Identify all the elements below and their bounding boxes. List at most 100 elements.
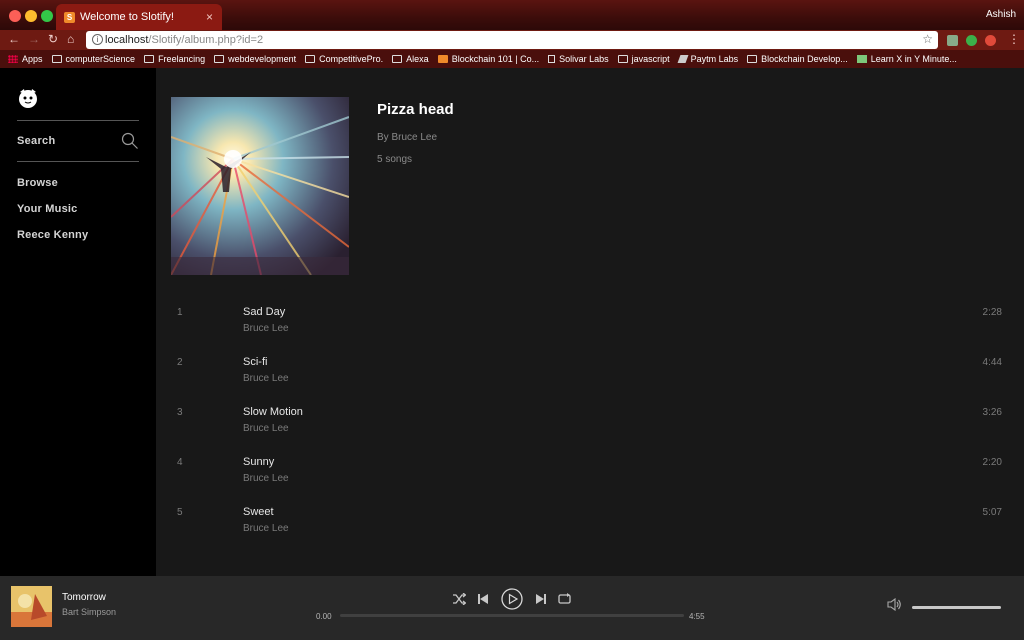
sidebar-item-your-music[interactable]: Your Music bbox=[17, 203, 77, 215]
home-icon[interactable]: ⌂ bbox=[67, 32, 74, 46]
track-row[interactable]: 4 Sunny Bruce Lee 2:20 bbox=[156, 454, 1024, 502]
track-duration: 3:26 bbox=[982, 407, 1002, 418]
bookmark-label: Solivar Labs bbox=[559, 54, 609, 64]
bookmark-label: Learn X in Y Minute... bbox=[870, 54, 957, 64]
track-duration: 4:44 bbox=[982, 357, 1002, 368]
volume-icon[interactable] bbox=[887, 598, 902, 611]
bookmark-item[interactable]: Freelancing bbox=[144, 54, 205, 64]
progress-bar[interactable] bbox=[340, 614, 684, 617]
repeat-icon[interactable] bbox=[558, 593, 571, 605]
folder-icon bbox=[305, 55, 316, 63]
sidebar-item-profile[interactable]: Reece Kenny bbox=[17, 229, 88, 241]
track-name[interactable]: Slow Motion bbox=[243, 406, 303, 418]
bookmark-item[interactable]: javascript bbox=[617, 54, 670, 64]
album-title: Pizza head bbox=[377, 101, 454, 118]
bookmark-item[interactable]: Apps bbox=[8, 54, 43, 64]
minimize-window-button[interactable] bbox=[25, 10, 37, 22]
shuffle-icon[interactable] bbox=[453, 593, 466, 605]
extension-icon[interactable] bbox=[947, 35, 958, 46]
bookmark-item[interactable]: Paytm Labs bbox=[677, 54, 738, 64]
browser-toolbar: ← → ↻ ⌂ i localhost/Slotify/album.php?id… bbox=[0, 30, 1024, 50]
track-name[interactable]: Sweet bbox=[243, 506, 274, 518]
bookmark-item[interactable]: Blockchain 101 | Co... bbox=[437, 54, 539, 64]
url-text[interactable]: localhost/Slotify/album.php?id=2 bbox=[105, 34, 263, 46]
album-artist[interactable]: By Bruce Lee bbox=[377, 132, 437, 143]
bookmark-label: Apps bbox=[22, 54, 43, 64]
track-duration: 2:20 bbox=[982, 457, 1002, 468]
track-row[interactable]: 2 Sci-fi Bruce Lee 4:44 bbox=[156, 354, 1024, 402]
reload-icon[interactable]: ↻ bbox=[48, 32, 58, 46]
track-name[interactable]: Sunny bbox=[243, 456, 274, 468]
search-icon[interactable] bbox=[121, 132, 139, 150]
sidebar: Search Browse Your Music Reece Kenny bbox=[0, 68, 156, 576]
bookmark-label: Freelancing bbox=[158, 54, 206, 64]
track-artist[interactable]: Bruce Lee bbox=[243, 323, 289, 334]
url-path: /Slotify/album.php?id=2 bbox=[148, 34, 264, 46]
sidebar-search-label[interactable]: Search bbox=[17, 135, 56, 147]
bookmark-item[interactable]: webdevelopment bbox=[214, 54, 296, 64]
x-icon bbox=[856, 55, 867, 63]
track-artist[interactable]: Bruce Lee bbox=[243, 423, 289, 434]
maximize-window-button[interactable] bbox=[41, 10, 53, 22]
close-window-button[interactable] bbox=[9, 10, 21, 22]
bookmarks-bar: Apps computerScience Freelancing webdevelop… bbox=[0, 50, 1024, 68]
browser-tabstrip: S Welcome to Slotify! × Ashish bbox=[0, 0, 1024, 32]
bookmark-label: webdevelopment bbox=[228, 54, 297, 64]
folder-icon bbox=[144, 55, 155, 63]
main-content: Pizza head By Bruce Lee 5 songs 1 Sad Da… bbox=[156, 68, 1024, 576]
now-playing-artist[interactable]: Bart Simpson bbox=[62, 607, 116, 617]
sidebar-item-browse[interactable]: Browse bbox=[17, 177, 58, 189]
track-row[interactable]: 5 Sweet Bruce Lee 5:07 bbox=[156, 504, 1024, 552]
track-number: 4 bbox=[177, 457, 183, 468]
bookmark-star-icon[interactable]: ☆ bbox=[922, 32, 933, 46]
back-arrow-icon[interactable]: ← bbox=[8, 32, 20, 46]
browser-tab[interactable]: S Welcome to Slotify! × bbox=[56, 4, 222, 32]
folder-icon bbox=[392, 55, 403, 63]
track-row[interactable]: 3 Slow Motion Bruce Lee 3:26 bbox=[156, 404, 1024, 452]
track-artist[interactable]: Bruce Lee bbox=[243, 373, 289, 384]
bookmark-item[interactable]: Blockchain Develop... bbox=[747, 54, 848, 64]
extension-red-icon[interactable] bbox=[985, 35, 996, 46]
url-host: localhost bbox=[105, 34, 149, 46]
bookmark-item[interactable]: Learn X in Y Minute... bbox=[856, 54, 957, 64]
profile-name[interactable]: Ashish bbox=[986, 9, 1016, 20]
folder-icon bbox=[51, 55, 62, 63]
bookmark-label: Blockchain Develop... bbox=[761, 54, 848, 64]
previous-icon[interactable] bbox=[478, 593, 489, 605]
track-duration: 2:28 bbox=[982, 307, 1002, 318]
track-artist[interactable]: Bruce Lee bbox=[243, 523, 289, 534]
info-icon[interactable]: i bbox=[92, 34, 103, 45]
tab-close-icon[interactable]: × bbox=[206, 10, 213, 24]
track-name[interactable]: Sad Day bbox=[243, 306, 285, 318]
menu-kebab-icon[interactable]: ⋮ bbox=[1008, 32, 1020, 46]
now-playing-bar: Tomorrow Bart Simpson 0.00 4:55 bbox=[0, 576, 1024, 640]
track-duration: 5:07 bbox=[982, 507, 1002, 518]
track-number: 1 bbox=[177, 307, 183, 318]
sidebar-divider bbox=[17, 120, 139, 121]
bookmark-item[interactable]: computerScience bbox=[51, 54, 136, 64]
grammarly-icon[interactable] bbox=[966, 35, 977, 46]
forward-arrow-icon[interactable]: → bbox=[28, 32, 40, 46]
apps-icon bbox=[8, 55, 18, 63]
bookmark-item[interactable]: Alexa bbox=[392, 54, 429, 64]
play-button[interactable] bbox=[501, 588, 523, 610]
track-artist[interactable]: Bruce Lee bbox=[243, 473, 289, 484]
current-time: 0.00 bbox=[316, 612, 332, 621]
track-name[interactable]: Sci-fi bbox=[243, 356, 267, 368]
bookmark-item[interactable]: Solivar Labs bbox=[548, 54, 609, 64]
volume-slider[interactable] bbox=[912, 606, 1001, 609]
slotify-logo-icon[interactable] bbox=[17, 87, 39, 109]
bookmark-label: computerScience bbox=[65, 54, 136, 64]
tab-title: Welcome to Slotify! bbox=[80, 11, 174, 23]
bookmark-item[interactable]: CompetitivePro. bbox=[305, 54, 383, 64]
now-playing-artwork[interactable] bbox=[11, 586, 52, 627]
album-song-count: 5 songs bbox=[377, 154, 413, 165]
now-playing-title[interactable]: Tomorrow bbox=[62, 592, 106, 603]
address-bar[interactable]: i localhost/Slotify/album.php?id=2 ☆ bbox=[86, 31, 938, 49]
track-row[interactable]: 1 Sad Day Bruce Lee 2:28 bbox=[156, 304, 1024, 352]
next-icon[interactable] bbox=[535, 593, 546, 605]
track-number: 2 bbox=[177, 357, 183, 368]
sidebar-divider bbox=[17, 161, 139, 162]
album-artwork bbox=[171, 97, 349, 275]
bookmark-label: Alexa bbox=[406, 54, 429, 64]
